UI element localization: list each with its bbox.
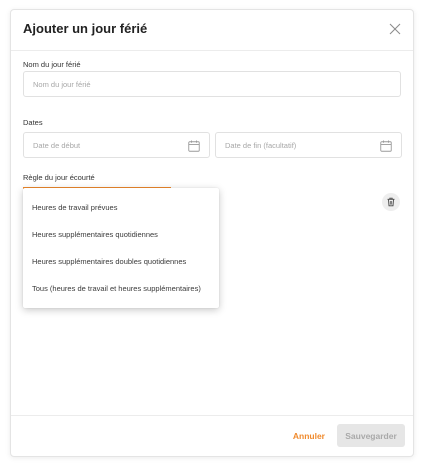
calendar-icon — [188, 139, 200, 157]
rule-label: Règle du jour écourté — [23, 173, 95, 182]
modal-title: Ajouter un jour férié — [23, 21, 148, 36]
start-date-input[interactable]: Date de début — [23, 132, 210, 158]
close-button[interactable] — [387, 21, 403, 37]
trash-icon — [387, 197, 395, 207]
dates-label: Dates — [23, 118, 43, 127]
calendar-icon — [380, 139, 392, 157]
add-holiday-modal: Ajouter un jour férié Nom du jour férié … — [10, 9, 414, 457]
modal-footer: Annuler Sauvegarder — [11, 415, 413, 456]
rule-option-all[interactable]: Tous (heures de travail et heures supplé… — [23, 275, 219, 302]
start-date-placeholder: Date de début — [33, 141, 81, 150]
holiday-name-label: Nom du jour férié — [23, 60, 81, 69]
cancel-button[interactable]: Annuler — [293, 431, 325, 441]
end-date-placeholder: Date de fin (facultatif) — [225, 141, 297, 150]
end-date-input[interactable]: Date de fin (facultatif) — [215, 132, 402, 158]
close-icon — [389, 23, 401, 35]
delete-rule-button[interactable] — [382, 193, 400, 211]
modal-header: Ajouter un jour férié — [11, 10, 413, 51]
holiday-name-input[interactable] — [23, 71, 401, 97]
rule-option-daily-double-overtime[interactable]: Heures supplémentaires doubles quotidien… — [23, 248, 219, 275]
save-button[interactable]: Sauvegarder — [337, 424, 405, 447]
rule-dropdown-menu: Heures de travail prévues Heures supplém… — [23, 188, 219, 308]
rule-option-scheduled-hours[interactable]: Heures de travail prévues — [23, 194, 219, 221]
rule-option-daily-overtime[interactable]: Heures supplémentaires quotidiennes — [23, 221, 219, 248]
